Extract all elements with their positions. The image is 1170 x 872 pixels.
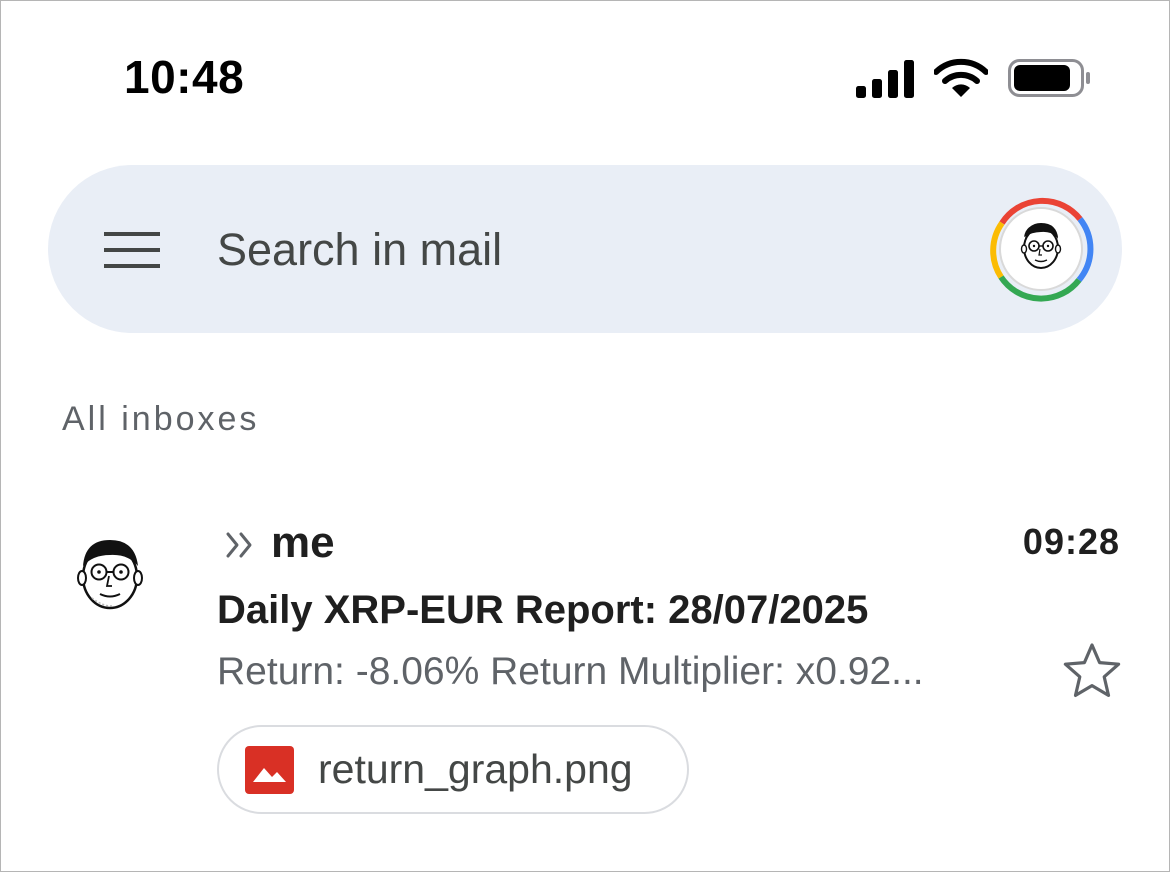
hamburger-menu-icon[interactable] [104, 230, 160, 270]
section-title: All inboxes [62, 400, 260, 438]
star-icon[interactable] [1062, 641, 1122, 701]
attachment-name: return_graph.png [318, 746, 633, 792]
importance-marker-icon [226, 532, 252, 558]
search-input[interactable]: Search in mail [217, 224, 502, 276]
account-avatar-icon[interactable] [983, 191, 1099, 307]
status-time: 10:48 [124, 51, 245, 103]
mail-sender: me [271, 518, 335, 567]
image-file-icon [245, 746, 294, 794]
mail-snippet: Return: -8.06% Return Multiplier: x0.92.… [217, 650, 924, 693]
wifi-icon [934, 58, 988, 97]
search-bar[interactable] [48, 165, 1122, 333]
mail-subject: Daily XRP-EUR Report: 28/07/2025 [217, 588, 869, 632]
mail-time: 09:28 [1022, 521, 1120, 562]
cellular-signal-icon [856, 60, 914, 98]
battery-icon [1008, 59, 1090, 97]
sender-avatar-icon [77, 540, 143, 610]
